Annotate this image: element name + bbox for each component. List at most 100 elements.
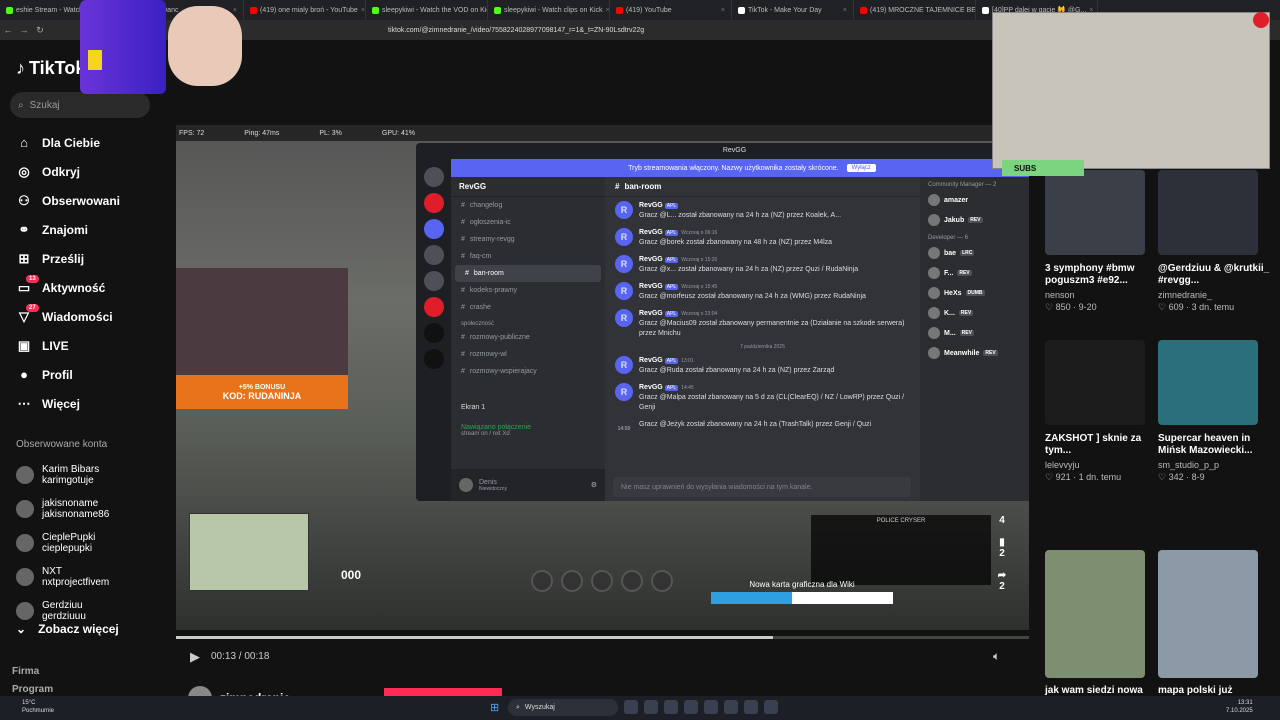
server-icon[interactable] [423, 245, 444, 265]
video-player[interactable]: FPS: 72 Ping: 47ms PL: 3% GPU: 41% +5% BONU… [176, 125, 1029, 630]
explorer-icon[interactable] [644, 700, 658, 714]
avatar[interactable]: R [615, 201, 633, 219]
browser-tab[interactable]: (419) MROCZNE TAJEMNICE BETEL× [854, 0, 976, 20]
menu-item-dla-ciebie[interactable]: ⌂ Dla Ciebie [16, 128, 120, 157]
followed-account[interactable]: Karim Bibars karimgotuje [16, 458, 109, 492]
server-icon[interactable] [423, 323, 444, 343]
windows-start-icon[interactable]: ⊞ [490, 701, 499, 714]
screen-share[interactable]: Ekran 1 [451, 397, 605, 417]
settings-icon[interactable]: ⚙ [591, 481, 597, 489]
message-author[interactable]: RevGG [639, 256, 663, 263]
avatar[interactable]: R [615, 356, 633, 374]
channel-rozmowy-wl[interactable]: # rozmowy-wl [451, 346, 605, 363]
browser-tab[interactable]: (419) one mialy broń - YouTube × [244, 0, 366, 20]
video-thumbnail[interactable] [1158, 340, 1258, 425]
app-icon[interactable] [704, 700, 718, 714]
brave-icon[interactable] [744, 700, 758, 714]
menu-item-odkryj[interactable]: ◎ Odkryj [16, 157, 120, 186]
discord-icon[interactable] [664, 700, 678, 714]
avatar[interactable]: R [615, 255, 633, 273]
channel-kodeks-prawny[interactable]: # kodeks-prawny [451, 282, 605, 299]
server-icon[interactable] [423, 193, 444, 213]
server-icon[interactable] [423, 349, 444, 369]
channel-category[interactable]: społeczność [451, 316, 605, 329]
browser-tab[interactable]: sleepykiwi - Watch clips on Kick × [488, 0, 610, 20]
tab-close-icon[interactable]: × [721, 7, 725, 14]
avatar[interactable] [459, 478, 473, 492]
avatar[interactable]: R [615, 383, 633, 401]
volume-icon[interactable]: 🔈︎ [993, 649, 1000, 664]
menu-item-prześlij[interactable]: ⊞ Prześlij [16, 244, 120, 273]
message-author[interactable]: RevGG [639, 283, 663, 290]
member-item[interactable]: HeXs DUMB [920, 283, 1029, 303]
avatar[interactable]: R [615, 282, 633, 300]
url-field[interactable]: tiktok.com/@zimnedranie_/video/755822402… [388, 27, 644, 34]
tab-close-icon[interactable]: × [233, 7, 237, 14]
followed-account[interactable]: CieplePupki cieplepupki [16, 526, 109, 560]
search-input[interactable]: ⌕ Szukaj [10, 92, 150, 118]
member-item[interactable]: F... REV [920, 263, 1029, 283]
follow-button[interactable] [384, 688, 502, 696]
menu-item-profil[interactable]: ● Profil [16, 360, 120, 389]
video-thumbnail[interactable] [1045, 550, 1145, 678]
tiktok-logo[interactable]: ♪ TikTok [16, 58, 85, 79]
browser-tab[interactable]: sleepykiwi - Watch the VOD on Kick× [366, 0, 488, 20]
message-author[interactable]: RevGG [639, 229, 663, 236]
followed-account[interactable]: jakisnoname jakisnoname86 [16, 492, 109, 526]
channel-changelog[interactable]: # changelog [451, 197, 605, 214]
video-progress[interactable] [176, 636, 1029, 639]
server-icon[interactable] [423, 271, 444, 291]
browser-tab[interactable]: TikTok - Make Your Day × [732, 0, 854, 20]
menu-item-aktywność[interactable]: ▭ Aktywność 13 [16, 273, 120, 302]
menu-item-live[interactable]: ▣ LIVE [16, 331, 120, 360]
message-input[interactable]: Nie masz uprawnień do wysyłania wiadomoś… [613, 477, 911, 497]
message-author[interactable]: RevGG [639, 384, 663, 391]
play-icon[interactable]: ▶ [190, 649, 200, 665]
weather-widget[interactable]: 15°C Pochmurnie [22, 699, 54, 715]
reload-icon[interactable]: ↻ [32, 25, 48, 36]
menu-item-wiadomości[interactable]: ▽ Wiadomości 27 [16, 302, 120, 331]
server-icon[interactable] [423, 167, 444, 187]
task-view-icon[interactable] [624, 700, 638, 714]
disable-streaming-button[interactable]: Wyłącz [846, 164, 876, 172]
member-item[interactable]: Jakub REV [920, 210, 1029, 230]
channel-crashe[interactable]: # crashe [451, 299, 605, 316]
forward-icon[interactable]: → [16, 25, 32, 35]
server-icon[interactable] [423, 219, 444, 239]
see-more-button[interactable]: ⌄ Zobacz więcej [16, 622, 119, 636]
member-item[interactable]: Meanwhile REV [920, 343, 1029, 363]
menu-item-znajomi[interactable]: ⚭ Znajomi [16, 215, 120, 244]
chrome-icon[interactable] [764, 700, 778, 714]
browser-tab[interactable]: (419) YouTube × [610, 0, 732, 20]
channel-streamy-revgg[interactable]: # streamy-revgg [451, 231, 605, 248]
message-author[interactable]: RevGG [639, 357, 663, 364]
avatar[interactable]: R [615, 228, 633, 246]
taskbar-search[interactable]: ⌕ Wyszukaj [508, 699, 618, 716]
app-icon[interactable] [684, 700, 698, 714]
channel-ban-room[interactable]: # ban-room [455, 265, 601, 282]
server-icon[interactable] [423, 297, 444, 317]
back-icon[interactable]: ← [0, 25, 16, 35]
avatar[interactable]: R [615, 309, 633, 327]
tab-close-icon[interactable]: × [843, 7, 847, 14]
like-count[interactable]: 4 [990, 515, 1014, 537]
channel-rozmowy-publiczne[interactable]: # rozmowy-publiczne [451, 329, 605, 346]
message-author[interactable]: RevGG [639, 310, 663, 317]
video-thumbnail[interactable] [1158, 170, 1258, 255]
member-item[interactable]: M... REV [920, 323, 1029, 343]
server-name[interactable]: RevGG [451, 177, 605, 197]
menu-item-więcej[interactable]: ⋯ Więcej [16, 389, 120, 418]
member-item[interactable]: K... REV [920, 303, 1029, 323]
channel-rozmowy-wspierajacy[interactable]: # rozmowy-wspierajacy [451, 363, 605, 380]
channel-ogłoszenia-ic[interactable]: # ogłoszenia-ic [451, 214, 605, 231]
footer-link-program[interactable]: Program [12, 684, 53, 695]
app-icon[interactable] [724, 700, 738, 714]
video-thumbnail[interactable] [1045, 340, 1145, 425]
video-thumbnail[interactable] [1158, 550, 1258, 678]
followed-account[interactable]: NXT nxtprojectfivem [16, 560, 109, 594]
tab-close-icon[interactable]: × [361, 7, 365, 14]
member-item[interactable]: bae LRC [920, 243, 1029, 263]
avatar[interactable]: 14:50 [615, 420, 633, 438]
channel-faq-cm[interactable]: # faq-cm [451, 248, 605, 265]
system-clock[interactable]: 13:31 7.10.2025 [1226, 699, 1253, 715]
